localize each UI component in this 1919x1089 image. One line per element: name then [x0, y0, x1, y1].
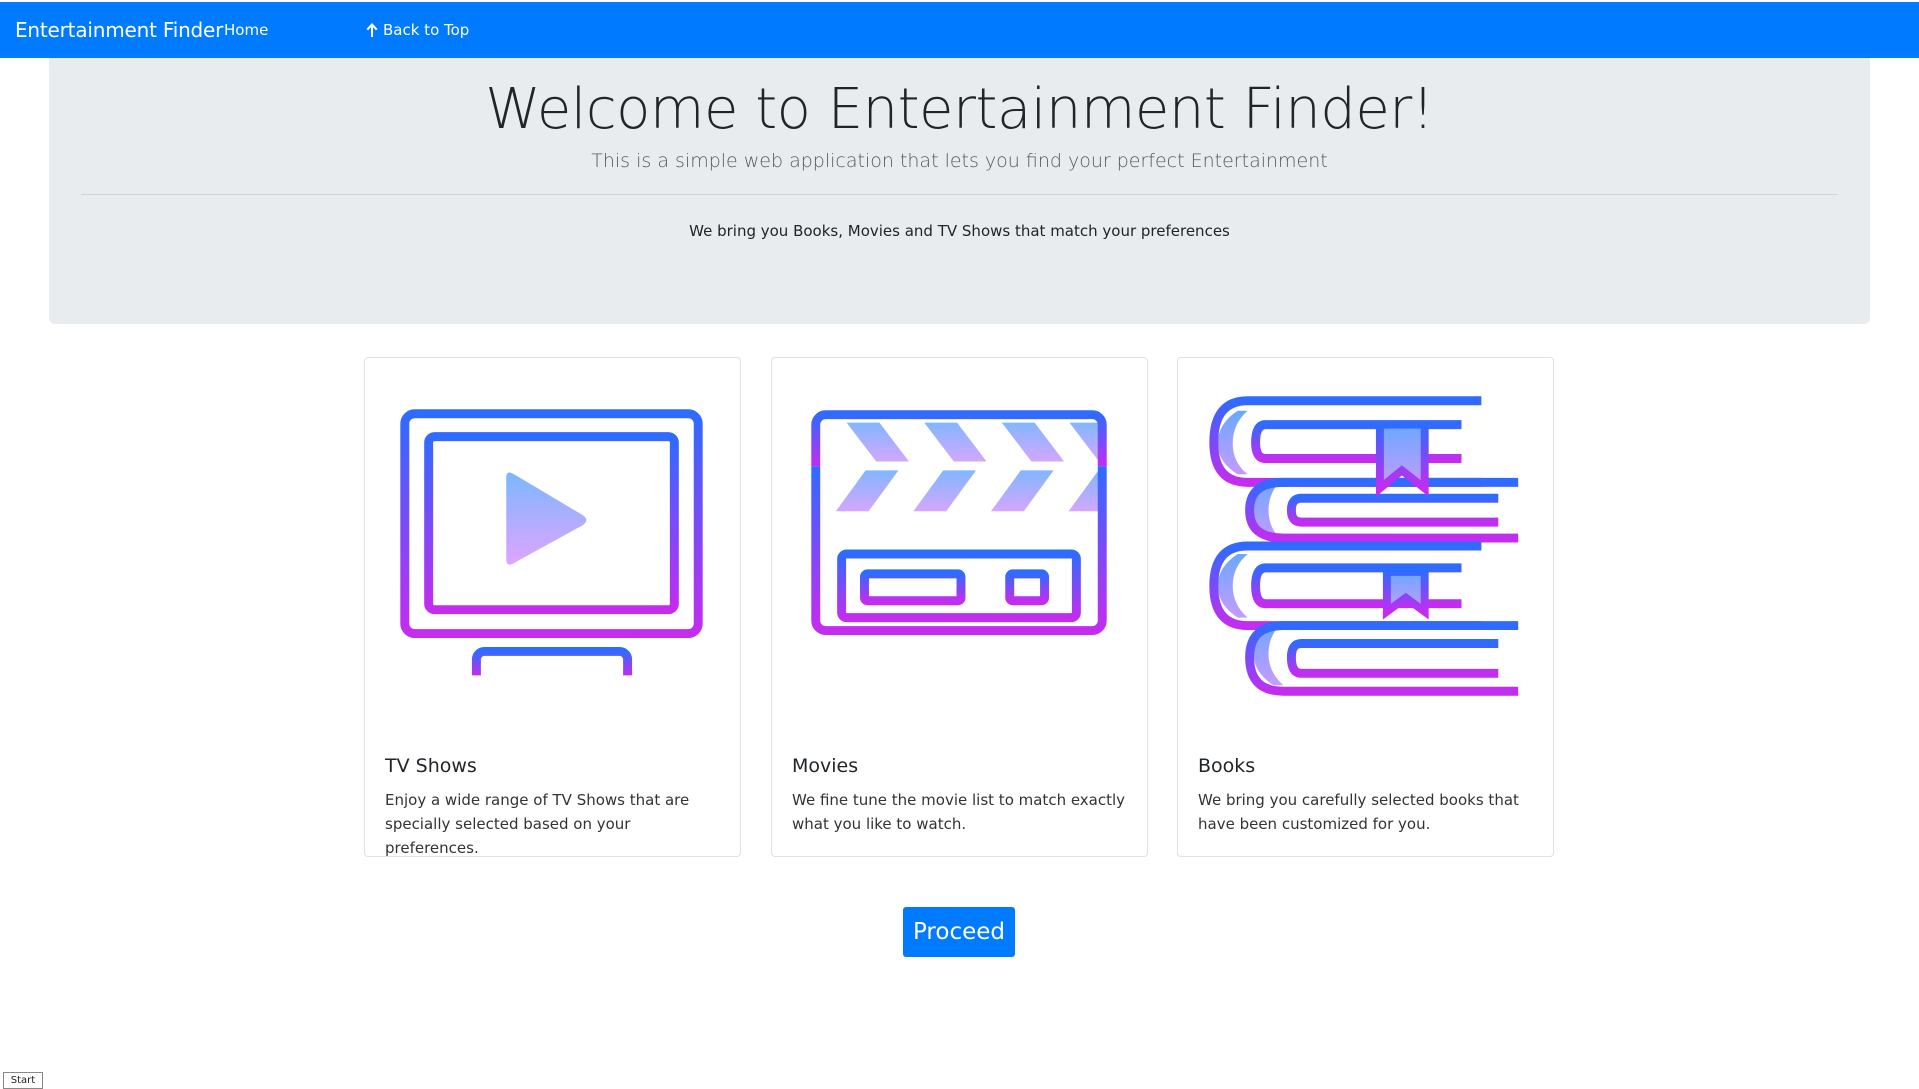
card-movies: Movies We fine tune the movie list to ma… — [771, 357, 1148, 857]
tv-icon — [400, 409, 703, 676]
jumbotron-text: We bring you Books, Movies and TV Shows … — [689, 222, 1230, 240]
page-title: Welcome to Entertainment Finder! — [485, 77, 1434, 142]
start-button[interactable]: Start — [3, 1072, 43, 1089]
card-title: Books — [1198, 755, 1256, 777]
card-title: Movies — [792, 755, 859, 777]
nav-link-back-to-top[interactable]: Back to Top — [365, 21, 469, 39]
nav-link-home[interactable]: Home — [224, 21, 268, 39]
card-tv-shows: TV Shows Enjoy a wide range of TV Shows … — [364, 357, 741, 857]
jumbotron: Welcome to Entertainment Finder! This is… — [49, 58, 1870, 324]
card-text: Enjoy a wide range of TV Shows that are … — [385, 791, 690, 857]
back-to-top-label: Back to Top — [383, 21, 470, 39]
navbar-brand[interactable]: Entertainment Finder — [15, 17, 223, 43]
proceed-button[interactable]: Proceed — [903, 907, 1015, 957]
clapperboard-icon — [811, 410, 1107, 636]
books-icon — [1209, 396, 1523, 696]
divider — [81, 194, 1838, 195]
jumbotron-lead: This is a simple web application that le… — [591, 150, 1328, 172]
card-text: We fine tune the movie list to match exa… — [792, 791, 1126, 833]
card-title: TV Shows — [385, 755, 477, 777]
navbar: Entertainment Finder Home Back to Top — [0, 2, 1919, 58]
arrow-up-icon — [366, 23, 378, 37]
card-books: Books We bring you carefully selected bo… — [1177, 357, 1554, 857]
card-text: We bring you carefully selected books th… — [1198, 791, 1519, 833]
